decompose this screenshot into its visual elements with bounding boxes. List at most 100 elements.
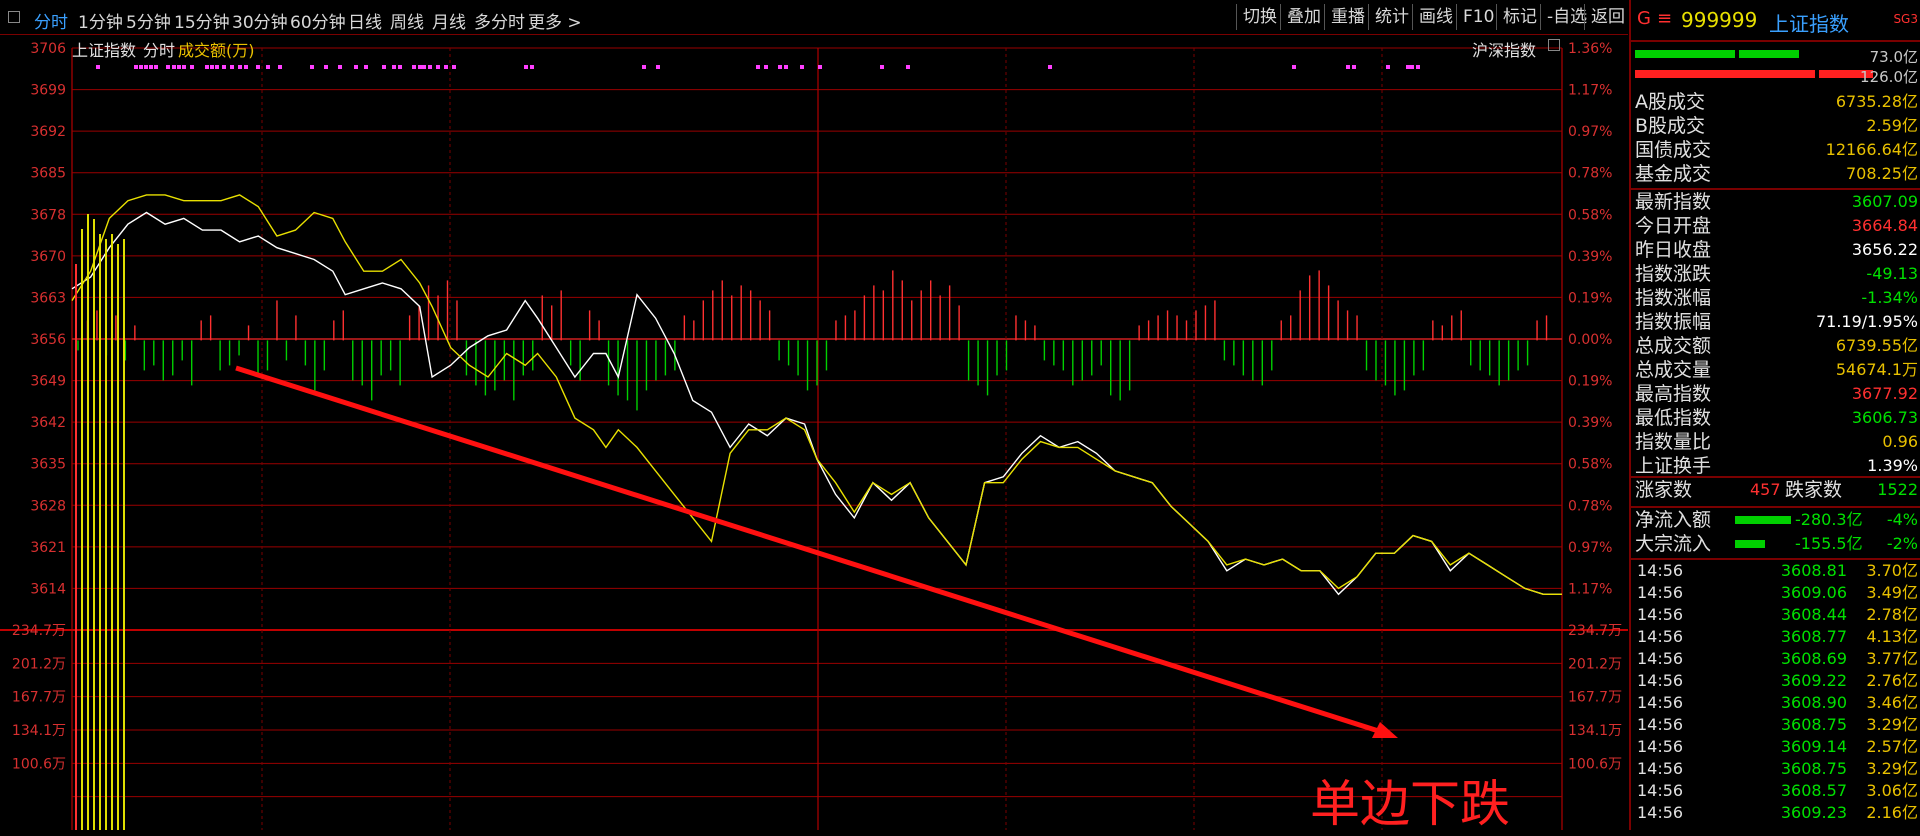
toolbar-button[interactable]: 画线 xyxy=(1412,4,1459,30)
right-tick-label: 0.39% xyxy=(1568,415,1612,431)
tick-row[interactable]: 14:56 3609.14 2.57亿 xyxy=(1633,736,1918,758)
quote-panel: G ≡ 999999 上证指数 SG3 73.0亿 126.0亿 A股成交 673… xyxy=(1629,0,1920,830)
right-tick-label: 1.17% xyxy=(1568,581,1612,597)
signal-dot xyxy=(238,65,242,69)
signal-dot xyxy=(1386,65,1390,69)
tick-time: 14:56 xyxy=(1637,627,1684,646)
stat-value: 3656.22 xyxy=(1851,240,1918,259)
signal-dot xyxy=(452,65,456,69)
compare-toggle-icon[interactable] xyxy=(1548,39,1560,51)
tick-row[interactable]: 14:56 3609.23 2.16亿 xyxy=(1633,802,1918,824)
tick-row[interactable]: 14:56 3608.57 3.06亿 xyxy=(1633,780,1918,802)
stat-row: 昨日收盘 3656.22 xyxy=(1635,238,1918,262)
stat-row: 最新指数 3607.09 xyxy=(1635,190,1918,214)
bar-bottom-value: 126.0亿 xyxy=(1860,68,1918,86)
signal-dot xyxy=(818,65,822,69)
tick-row[interactable]: 14:56 3608.75 3.29亿 xyxy=(1633,758,1918,780)
period-tab[interactable]: 日线 xyxy=(348,8,382,33)
toolbar-button[interactable]: 返回 xyxy=(1584,4,1631,30)
signal-dot xyxy=(642,65,646,69)
signal-dot xyxy=(784,65,788,69)
period-tab[interactable]: 周线 xyxy=(390,8,424,33)
turnover-value: 12166.64亿 xyxy=(1825,140,1918,159)
period-tab[interactable]: 更多 > xyxy=(528,8,582,33)
chart-canvas[interactable]: 3706 3699 3692 3685 3678 3670 3663 3656 3649 3642… xyxy=(0,34,1628,830)
tick-amount: 2.78亿 xyxy=(1866,605,1918,624)
stat-value: 3607.09 xyxy=(1851,192,1918,211)
signal-dot xyxy=(656,65,660,69)
stat-label: 上证换手 xyxy=(1635,455,1712,477)
signal-dot xyxy=(266,65,270,69)
left-tick-label: 3663 xyxy=(30,290,66,306)
tick-price: 3608.75 xyxy=(1780,759,1847,778)
index-code: 999999 xyxy=(1681,8,1758,32)
compare-index-label[interactable]: 沪深指数 xyxy=(1472,37,1536,61)
signal-dot xyxy=(96,65,100,69)
stat-row: 上证换手 1.39% xyxy=(1635,454,1918,478)
tick-price: 3608.75 xyxy=(1780,715,1847,734)
stat-row: 今日开盘 3664.84 xyxy=(1635,214,1918,238)
stat-value: -49.13 xyxy=(1866,264,1918,283)
toolbar-button[interactable]: 重播 xyxy=(1324,4,1371,30)
tick-row[interactable]: 14:56 3609.22 2.76亿 xyxy=(1633,670,1918,692)
left-tick-label: 3635 xyxy=(30,457,66,473)
signal-dot xyxy=(382,65,386,69)
signal-dot xyxy=(392,65,396,69)
signal-dot xyxy=(222,65,226,69)
period-tab[interactable]: 60分钟 xyxy=(290,8,346,33)
volume-tick-label-right: 234.7万 xyxy=(1568,623,1622,639)
left-tick-label: 3642 xyxy=(30,415,66,431)
flow-value: -280.3亿 xyxy=(1795,510,1863,529)
toolbar-button[interactable]: 叠加 xyxy=(1280,4,1327,30)
signal-dot xyxy=(324,65,328,69)
toolbar-button[interactable]: 切换 xyxy=(1236,4,1283,30)
toolbar-button[interactable]: 标记 xyxy=(1496,4,1543,30)
period-tab[interactable]: 30分钟 xyxy=(232,8,288,33)
tick-price: 3608.81 xyxy=(1780,561,1847,580)
stat-label: 最低指数 xyxy=(1635,407,1712,429)
window-menu-icon[interactable] xyxy=(8,11,20,23)
volume-tick-label-right: 167.7万 xyxy=(1568,690,1622,706)
tick-row[interactable]: 14:56 3608.75 3.29亿 xyxy=(1633,714,1918,736)
toolbar-button[interactable]: F10 xyxy=(1456,4,1500,30)
volume-tick-label: 100.6万 xyxy=(12,756,66,772)
signal-dot xyxy=(354,65,358,69)
stat-row: 指数振幅 71.19/1.95% xyxy=(1635,310,1918,334)
tick-row[interactable]: 14:56 3609.06 3.49亿 xyxy=(1633,582,1918,604)
period-tab[interactable]: 多分时 xyxy=(474,8,525,33)
period-tab[interactable]: 月线 xyxy=(432,8,466,33)
signal-dot xyxy=(215,65,219,69)
tick-row[interactable]: 14:56 3608.77 4.13亿 xyxy=(1633,626,1918,648)
tick-amount: 3.06亿 xyxy=(1866,781,1918,800)
red-bar-bottom xyxy=(1635,70,1815,78)
intraday-chart[interactable]: 3706 3699 3692 3685 3678 3670 3663 3656 3649 3642… xyxy=(0,34,1628,833)
flow-bar xyxy=(1735,516,1791,524)
tick-row[interactable]: 14:56 3608.44 2.78亿 xyxy=(1633,604,1918,626)
stat-row: 指数量比 0.96 xyxy=(1635,430,1918,454)
menu-icon[interactable]: ≡ xyxy=(1657,8,1672,29)
signal-dot xyxy=(1346,65,1350,69)
signal-dot xyxy=(278,65,282,69)
toolbar-button[interactable]: 统计 xyxy=(1368,4,1415,30)
stat-label: 总成交量 xyxy=(1635,359,1712,381)
signal-dot xyxy=(412,65,416,69)
volume-tick-label-right: 100.6万 xyxy=(1568,756,1622,772)
volume-tick-label: 201.2万 xyxy=(12,656,66,672)
turnover-value: 708.25亿 xyxy=(1846,164,1918,183)
tick-row[interactable]: 14:56 3608.69 3.77亿 xyxy=(1633,648,1918,670)
period-tab[interactable]: 1分钟 xyxy=(78,8,123,33)
signal-dot xyxy=(182,65,186,69)
volume-label: 成交额(万) xyxy=(178,41,255,60)
price-series-line xyxy=(71,211,1562,596)
turnover-label: A股成交 xyxy=(1635,91,1705,113)
signal-dot xyxy=(1406,65,1410,69)
tick-row[interactable]: 14:56 3608.90 3.46亿 xyxy=(1633,692,1918,714)
stat-label: 今日开盘 xyxy=(1635,215,1712,237)
signal-dot xyxy=(398,65,402,69)
period-tab[interactable]: 分时 xyxy=(34,8,68,33)
tick-row[interactable]: 14:56 3608.81 3.70亿 xyxy=(1633,560,1918,582)
period-tab[interactable]: 15分钟 xyxy=(174,8,230,33)
period-tab[interactable]: 5分钟 xyxy=(126,8,171,33)
signal-dot xyxy=(906,65,910,69)
up-count: 457 xyxy=(1750,480,1781,499)
